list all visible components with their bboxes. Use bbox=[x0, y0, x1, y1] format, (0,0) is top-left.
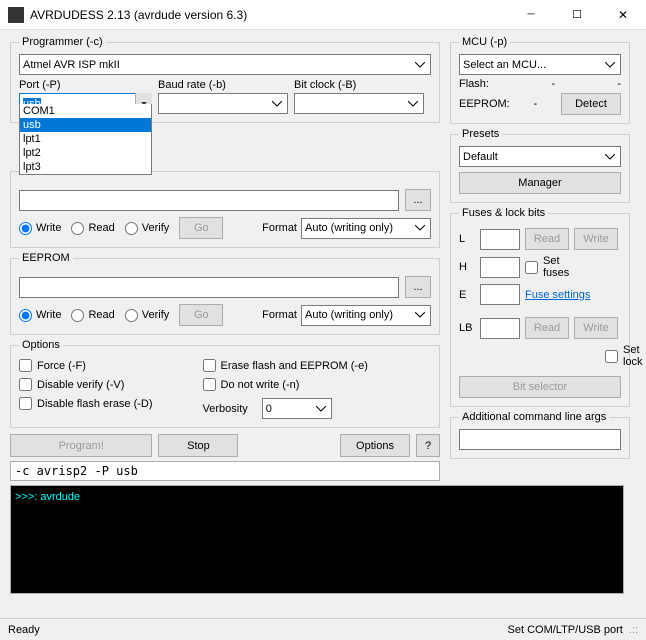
help-button[interactable]: ? bbox=[416, 434, 440, 457]
flash-format-select[interactable]: Auto (writing only) bbox=[301, 218, 431, 239]
program-button[interactable]: Program! bbox=[10, 434, 152, 457]
port-option[interactable]: usb bbox=[20, 118, 151, 132]
port-option[interactable]: COM1 bbox=[20, 104, 151, 118]
baud-label: Baud rate (-b) bbox=[158, 79, 288, 91]
flash-write-radio[interactable]: Write bbox=[19, 222, 61, 235]
verbosity-select[interactable]: 0 bbox=[262, 398, 332, 419]
bitclock-select[interactable] bbox=[294, 93, 424, 114]
eeprom-legend: EEPROM bbox=[19, 252, 73, 264]
app-icon bbox=[8, 7, 24, 23]
mcu-select[interactable]: Select an MCU... bbox=[459, 54, 621, 75]
eeprom-label: EEPROM: bbox=[459, 98, 510, 110]
close-button[interactable] bbox=[600, 0, 646, 30]
eeprom-read-radio[interactable]: Read bbox=[71, 309, 114, 322]
eeprom-value: - bbox=[534, 98, 538, 110]
eeprom-go-button[interactable]: Go bbox=[179, 304, 223, 326]
fuse-LB-input[interactable] bbox=[480, 318, 520, 339]
eeprom-path-input[interactable] bbox=[19, 277, 399, 298]
additional-args-input[interactable] bbox=[459, 429, 621, 450]
status-right: Set COM/LTP/USB port bbox=[508, 624, 623, 636]
options-legend: Options bbox=[19, 339, 63, 351]
bitclock-label: Bit clock (-B) bbox=[294, 79, 424, 91]
fuse-read-button[interactable]: Read bbox=[525, 228, 569, 250]
fuse-E-label: E bbox=[459, 289, 475, 301]
flash-read-radio[interactable]: Read bbox=[71, 222, 114, 235]
stop-button[interactable]: Stop bbox=[158, 434, 238, 457]
port-dropdown[interactable]: COM1 usb lpt1 lpt2 lpt3 bbox=[19, 104, 152, 175]
window-title: AVRDUDESS 2.13 (avrdude version 6.3) bbox=[30, 8, 508, 22]
erase-checkbox[interactable]: Erase flash and EEPROM (-e) bbox=[203, 359, 368, 372]
flash-verify-radio[interactable]: Verify bbox=[125, 222, 170, 235]
flash-value: - bbox=[551, 78, 555, 90]
fuses-legend: Fuses & lock bits bbox=[459, 207, 548, 219]
fuse-H-input[interactable] bbox=[480, 257, 520, 278]
do-not-write-checkbox[interactable]: Do not write (-n) bbox=[203, 378, 368, 391]
baud-select[interactable] bbox=[158, 93, 288, 114]
lock-read-button[interactable]: Read bbox=[525, 317, 569, 339]
disable-flash-erase-checkbox[interactable]: Disable flash erase (-D) bbox=[19, 397, 153, 410]
port-option[interactable]: lpt2 bbox=[20, 146, 151, 160]
eeprom-format-label: Format bbox=[262, 309, 297, 321]
presets-select[interactable]: Default bbox=[459, 146, 621, 167]
port-label: Port (-P) bbox=[19, 79, 152, 91]
additional-legend: Additional command line args bbox=[459, 411, 609, 423]
minimize-button[interactable] bbox=[508, 0, 554, 30]
status-left: Ready bbox=[8, 624, 508, 636]
fuse-H-label: H bbox=[459, 261, 475, 273]
resize-grip-icon[interactable]: .:: bbox=[629, 624, 638, 636]
maximize-button[interactable] bbox=[554, 0, 600, 30]
fuse-settings-link[interactable]: Fuse settings bbox=[525, 289, 590, 301]
eeprom-format-select[interactable]: Auto (writing only) bbox=[301, 305, 431, 326]
eeprom-verify-radio[interactable]: Verify bbox=[125, 309, 170, 322]
fuse-write-button[interactable]: Write bbox=[574, 228, 618, 250]
force-checkbox[interactable]: Force (-F) bbox=[19, 359, 153, 372]
programmer-legend: Programmer (-c) bbox=[19, 36, 106, 48]
eeprom-write-radio[interactable]: Write bbox=[19, 309, 61, 322]
options-button[interactable]: Options bbox=[340, 434, 410, 457]
port-option[interactable]: lpt1 bbox=[20, 132, 151, 146]
manager-button[interactable]: Manager bbox=[459, 172, 621, 194]
fuse-LB-label: LB bbox=[459, 322, 475, 334]
fuse-L-input[interactable] bbox=[480, 229, 520, 250]
fuse-L-label: L bbox=[459, 233, 475, 245]
flash-browse-button[interactable]: ... bbox=[405, 189, 431, 211]
port-option[interactable]: lpt3 bbox=[20, 160, 151, 174]
detect-button[interactable]: Detect bbox=[561, 93, 621, 115]
verbosity-label: Verbosity bbox=[203, 403, 248, 415]
commandline-display: -c avrisp2 -P usb bbox=[10, 461, 440, 481]
presets-legend: Presets bbox=[459, 128, 502, 140]
eeprom-browse-button[interactable]: ... bbox=[405, 276, 431, 298]
programmer-select[interactable]: Atmel AVR ISP mkII bbox=[19, 54, 431, 75]
fuse-E-input[interactable] bbox=[480, 284, 520, 305]
flash-extra: - bbox=[617, 78, 621, 90]
flash-path-input[interactable] bbox=[19, 190, 399, 211]
disable-verify-checkbox[interactable]: Disable verify (-V) bbox=[19, 378, 153, 391]
bit-selector-button[interactable]: Bit selector bbox=[459, 376, 621, 398]
set-lock-checkbox[interactable]: Set lock bbox=[605, 344, 621, 368]
set-fuses-checkbox[interactable]: Set fuses bbox=[525, 255, 541, 279]
flash-format-label: Format bbox=[262, 222, 297, 234]
mcu-legend: MCU (-p) bbox=[459, 36, 510, 48]
flash-label: Flash: bbox=[459, 78, 489, 90]
lock-write-button[interactable]: Write bbox=[574, 317, 618, 339]
flash-go-button[interactable]: Go bbox=[179, 217, 223, 239]
